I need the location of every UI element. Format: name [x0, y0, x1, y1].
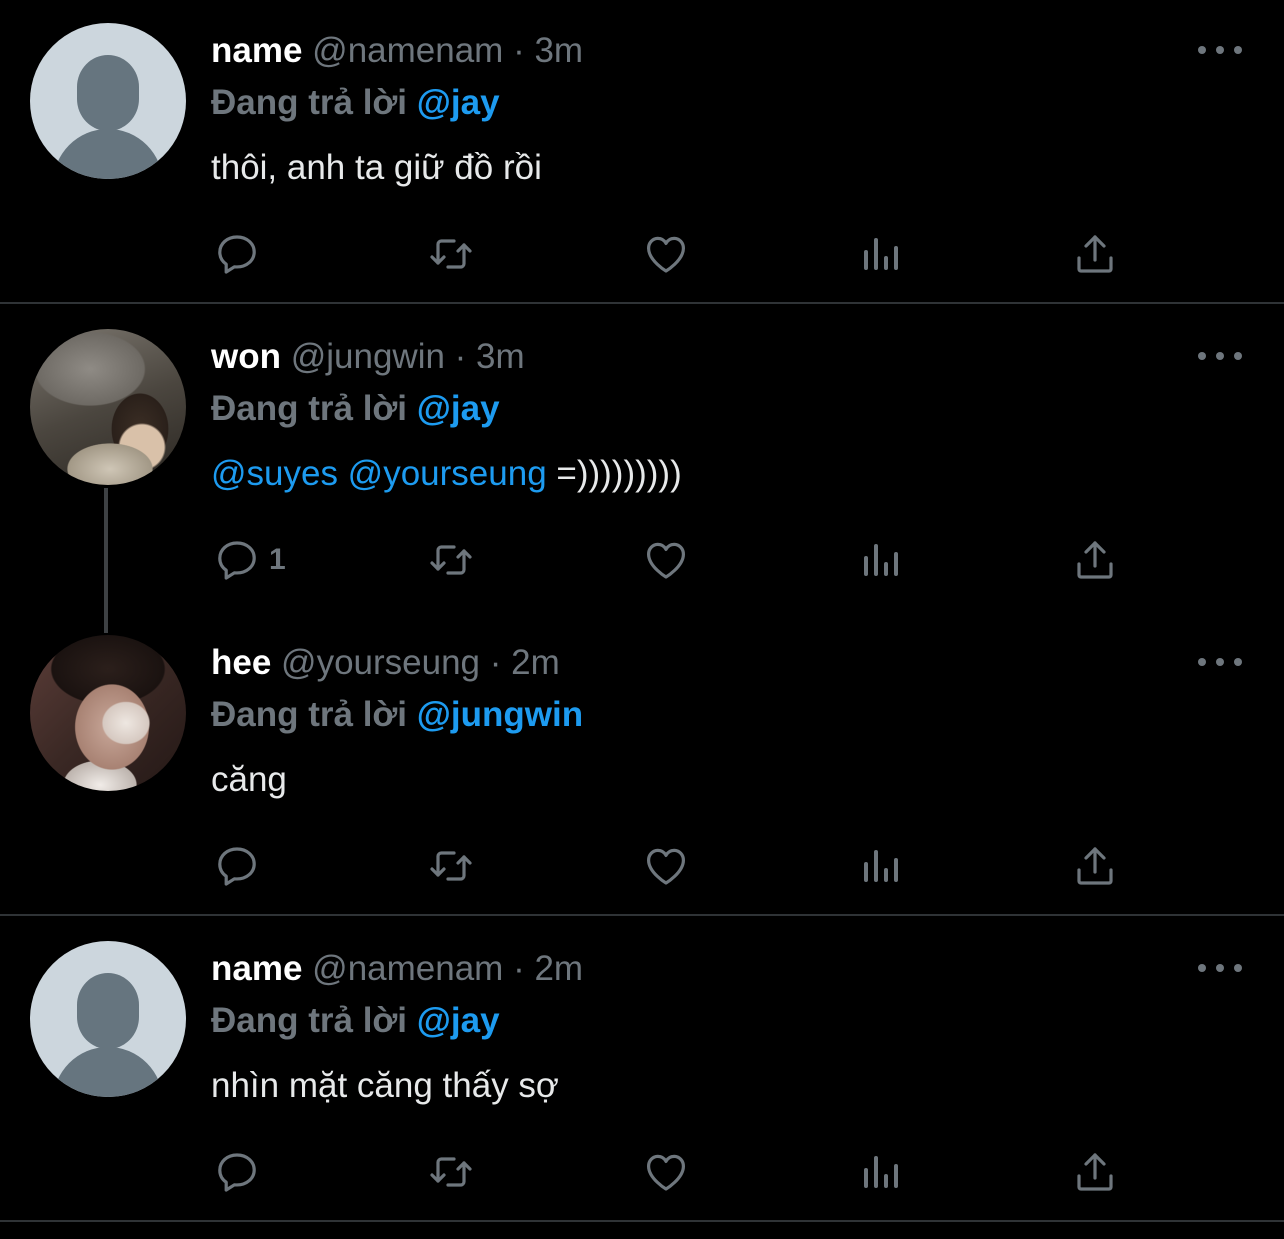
reply-to-mention[interactable]: @jay	[417, 83, 500, 122]
heart-icon	[642, 536, 690, 584]
reply-icon	[213, 536, 261, 584]
retweet-button[interactable]	[427, 1147, 475, 1197]
tweet-header: name @namenam · 3m	[211, 31, 583, 71]
more-icon[interactable]	[1198, 38, 1242, 62]
replying-to: Đang trả lời @jungwin	[211, 695, 583, 735]
share-button[interactable]	[1071, 1147, 1119, 1197]
heart-icon	[642, 842, 690, 890]
retweet-button[interactable]	[427, 841, 475, 891]
replying-to: Đang trả lời @jay	[211, 389, 500, 429]
tweet-text-body: thôi, anh ta giữ đồ rồi	[211, 148, 542, 187]
analytics-icon	[856, 842, 904, 890]
reply-to-mention[interactable]: @jay	[417, 389, 500, 428]
tweet-text: @suyes @yourseung =)))))))))	[211, 453, 682, 495]
analytics-icon	[856, 1148, 904, 1196]
retweet-button[interactable]	[427, 535, 475, 585]
replying-to-label: Đang trả lời	[211, 1001, 408, 1040]
heart-icon	[642, 230, 690, 278]
reply-count: 1	[269, 543, 286, 576]
tweet[interactable]: name @namenam · 2m Đang trả lời @jay nhì…	[0, 918, 1284, 1221]
replying-to: Đang trả lời @jay	[211, 83, 500, 123]
avatar[interactable]	[30, 23, 186, 179]
analytics-icon	[856, 536, 904, 584]
tweet-text-body: =)))))))))	[556, 454, 682, 493]
handle[interactable]: @jungwin	[291, 337, 445, 376]
retweet-icon	[427, 1148, 475, 1196]
tweet-text: căng	[211, 759, 287, 801]
avatar[interactable]	[30, 635, 186, 791]
share-button[interactable]	[1071, 841, 1119, 891]
timestamp[interactable]: · 2m	[513, 949, 583, 988]
reply-button[interactable]	[213, 229, 261, 279]
tweet-text: thôi, anh ta giữ đồ rồi	[211, 147, 542, 189]
heart-icon	[642, 1148, 690, 1196]
handle[interactable]: @namenam	[312, 949, 503, 988]
share-button[interactable]	[1071, 535, 1119, 585]
timestamp[interactable]: · 3m	[513, 31, 583, 70]
like-button[interactable]	[642, 229, 690, 279]
analytics-button[interactable]	[856, 535, 904, 585]
display-name[interactable]: name	[211, 31, 302, 70]
like-button[interactable]	[642, 1147, 690, 1197]
divider	[0, 914, 1284, 916]
analytics-button[interactable]	[856, 1147, 904, 1197]
replying-to-label: Đang trả lời	[211, 389, 408, 428]
tweet-text-body: nhìn mặt căng thấy sợ	[211, 1066, 559, 1105]
tweet-actions	[0, 229, 1284, 279]
like-button[interactable]	[642, 841, 690, 891]
replying-to: Đang trả lời @jay	[211, 1001, 500, 1041]
divider	[0, 1220, 1284, 1222]
replying-to-label: Đang trả lời	[211, 83, 408, 122]
replying-to-label: Đang trả lời	[211, 695, 408, 734]
like-button[interactable]	[642, 535, 690, 585]
tweet-mentions[interactable]: @suyes @yourseung	[211, 454, 547, 493]
reply-button[interactable]	[213, 841, 261, 891]
tweet-text: nhìn mặt căng thấy sợ	[211, 1065, 559, 1107]
reply-icon	[213, 842, 261, 890]
reply-icon	[213, 1148, 261, 1196]
tweet-text-body: căng	[211, 760, 287, 799]
retweet-icon	[427, 230, 475, 278]
share-icon	[1071, 1148, 1119, 1196]
analytics-button[interactable]	[856, 229, 904, 279]
reply-to-mention[interactable]: @jungwin	[417, 695, 583, 734]
tweet-actions	[0, 1147, 1284, 1197]
analytics-icon	[856, 230, 904, 278]
reply-to-mention[interactable]: @jay	[417, 1001, 500, 1040]
handle[interactable]: @yourseung	[281, 643, 480, 682]
timeline: name @namenam · 3m Đang trả lời @jay thô…	[0, 0, 1284, 1239]
retweet-icon	[427, 536, 475, 584]
handle[interactable]: @namenam	[312, 31, 503, 70]
tweet[interactable]: hee @yourseung · 2m Đang trả lời @jungwi…	[0, 612, 1284, 915]
retweet-button[interactable]	[427, 229, 475, 279]
display-name[interactable]: hee	[211, 643, 271, 682]
display-name[interactable]: won	[211, 337, 281, 376]
more-icon[interactable]	[1198, 344, 1242, 368]
retweet-icon	[427, 842, 475, 890]
divider	[0, 302, 1284, 304]
share-button[interactable]	[1071, 229, 1119, 279]
tweet[interactable]: name @namenam · 3m Đang trả lời @jay thô…	[0, 0, 1284, 303]
avatar[interactable]	[30, 329, 186, 485]
display-name[interactable]: name	[211, 949, 302, 988]
tweet-actions: 1	[0, 535, 1284, 585]
share-icon	[1071, 842, 1119, 890]
timestamp[interactable]: · 3m	[455, 337, 525, 376]
reply-button[interactable]: 1	[213, 535, 286, 585]
reply-icon	[213, 230, 261, 278]
tweet-actions	[0, 841, 1284, 891]
tweet-header: name @namenam · 2m	[211, 949, 583, 989]
avatar[interactable]	[30, 941, 186, 1097]
tweet-header: won @jungwin · 3m	[211, 337, 525, 377]
share-icon	[1071, 536, 1119, 584]
timestamp[interactable]: · 2m	[490, 643, 560, 682]
tweet-header: hee @yourseung · 2m	[211, 643, 560, 683]
more-icon[interactable]	[1198, 650, 1242, 674]
more-icon[interactable]	[1198, 956, 1242, 980]
share-icon	[1071, 230, 1119, 278]
reply-button[interactable]	[213, 1147, 261, 1197]
tweet[interactable]: won @jungwin · 3m Đang trả lời @jay @suy…	[0, 306, 1284, 612]
analytics-button[interactable]	[856, 841, 904, 891]
